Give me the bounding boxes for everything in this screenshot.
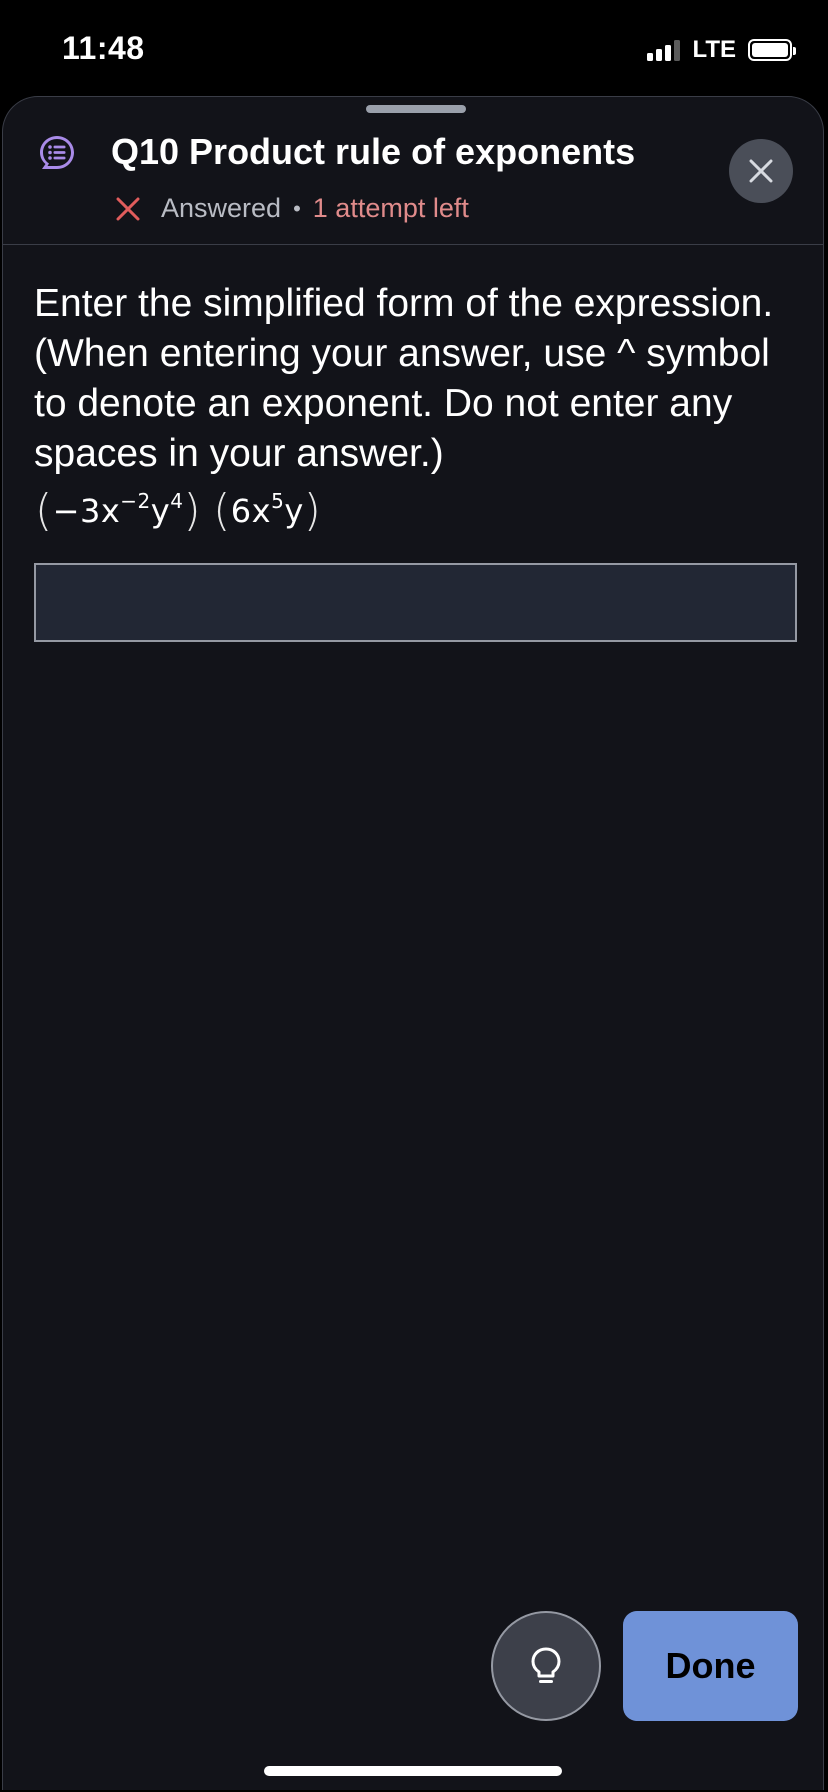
answer-status: Answered • 1 attempt left xyxy=(115,193,469,224)
answer-input[interactable] xyxy=(34,563,797,642)
question-sheet: Q10 Product rule of exponents Answered •… xyxy=(2,96,824,1790)
answered-label: Answered xyxy=(161,193,282,223)
done-button[interactable]: Done xyxy=(623,1611,798,1721)
question-header: Q10 Product rule of exponents Answered •… xyxy=(3,97,823,245)
network-type: LTE xyxy=(692,36,736,63)
question-prompt: Enter the simplified form of the express… xyxy=(34,282,774,475)
close-button[interactable] xyxy=(729,139,793,203)
question-title: Q10 Product rule of exponents xyxy=(111,131,636,172)
status-indicators: LTE xyxy=(647,36,796,64)
question-list-icon xyxy=(40,136,74,169)
math-expression: (−3x−2y4) (6x5y) xyxy=(35,485,322,536)
status-bar: 11:48 LTE xyxy=(0,0,828,96)
battery-icon xyxy=(748,39,796,61)
attempts-left: 1 attempt left xyxy=(312,193,469,223)
x-mark-icon xyxy=(116,197,140,220)
lightbulb-icon xyxy=(531,1647,561,1683)
hint-button[interactable] xyxy=(491,1611,601,1721)
home-indicator[interactable] xyxy=(264,1766,562,1776)
close-icon xyxy=(749,159,773,183)
status-time: 11:48 xyxy=(62,30,145,66)
status-separator: • xyxy=(293,195,301,221)
signal-icon xyxy=(647,39,681,61)
